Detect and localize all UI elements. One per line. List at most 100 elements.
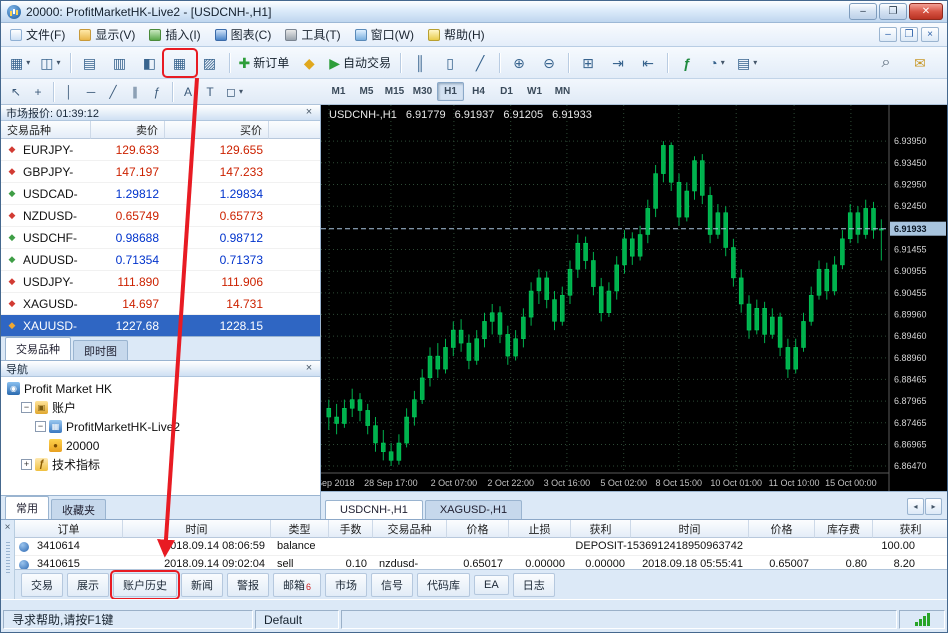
market-watch-row-usdcad[interactable]: ◆USDCAD-1.298121.29834 — [1, 183, 320, 205]
status-profile[interactable]: Default — [255, 610, 339, 629]
menu-charts[interactable]: 图表(C) — [208, 25, 279, 45]
templates-button[interactable]: ▤▾ — [732, 51, 762, 75]
market-watch-row-xauusd[interactable]: ◆XAUUSD-1227.681228.15 — [1, 315, 320, 337]
column-symbol[interactable]: 交易品种 — [1, 121, 91, 139]
chart-restore-button[interactable]: ❐ — [900, 27, 918, 42]
terminal-column-11[interactable]: 获利 — [873, 520, 948, 538]
chart-tab-usdcnhh1[interactable]: USDCNH-,H1 — [325, 500, 423, 519]
market-watch-tab-symbols[interactable]: 交易品种 — [5, 337, 71, 360]
text-button[interactable]: A — [177, 82, 199, 102]
data-window-toggle-button[interactable]: ▥ — [105, 51, 135, 75]
terminal-tab-trade[interactable]: 交易 — [21, 573, 63, 597]
terminal-toggle-button[interactable]: ▦ — [165, 51, 195, 75]
chart-minimize-button[interactable]: – — [879, 27, 897, 42]
column-ask[interactable]: 买价 — [165, 121, 269, 139]
metaeditor-button[interactable]: ◆ — [294, 51, 324, 75]
chart-close-button[interactable]: × — [921, 27, 939, 42]
chart-shift-button[interactable]: ⇤ — [633, 51, 663, 75]
market-watch-row-gbpjpy[interactable]: ◆GBPJPY-147.197147.233 — [1, 161, 320, 183]
chart-tab-xagusdh1[interactable]: XAGUSD-,H1 — [425, 500, 522, 519]
close-panel-icon[interactable]: × — [303, 363, 315, 374]
trendline-button[interactable]: ╱ — [102, 82, 124, 102]
maximize-button[interactable]: ❐ — [879, 3, 907, 20]
menu-window[interactable]: 窗口(W) — [348, 25, 421, 45]
timeframe-d1-button[interactable]: D1 — [493, 82, 520, 101]
new-order-button[interactable]: ✚新订单 — [234, 51, 295, 75]
terminal-tab-news[interactable]: 新闻 — [181, 573, 223, 597]
market-watch-row-nzdusd[interactable]: ◆NZDUSD-0.657490.65773 — [1, 205, 320, 227]
horizontal-line-button[interactable]: ─ — [80, 82, 102, 102]
navigator-item[interactable]: −▣账户 — [1, 398, 320, 417]
navigator-item[interactable]: +ƒ技术指标 — [1, 455, 320, 474]
price-chart[interactable]: 6.939506.934506.929506.924506.914556.909… — [321, 105, 947, 491]
indicators-button[interactable]: ƒ — [672, 51, 702, 75]
market-watch-row-usdjpy[interactable]: ◆USDJPY-111.890111.906 — [1, 271, 320, 293]
terminal-grip[interactable] — [6, 542, 10, 574]
tree-minus-icon[interactable]: − — [35, 421, 46, 432]
text-label-button[interactable]: T — [199, 82, 221, 102]
new-chart-button[interactable]: ▦▾ — [5, 51, 35, 75]
timeframe-m30-button[interactable]: M30 — [409, 82, 436, 101]
tree-plus-icon[interactable]: + — [21, 459, 32, 470]
market-watch-row-xagusd[interactable]: ◆XAGUSD-14.69714.731 — [1, 293, 320, 315]
navigator-item[interactable]: ◉Profit Market HK — [1, 379, 320, 398]
terminal-column-9[interactable]: 价格 — [749, 520, 815, 538]
terminal-column-1[interactable]: 时间 — [123, 520, 271, 538]
community-button[interactable]: ✉ — [905, 51, 935, 75]
zoom-in-button[interactable]: ⊕ — [504, 51, 534, 75]
terminal-tab-market[interactable]: 市场 — [325, 573, 367, 597]
strategy-tester-toggle-button[interactable]: ▨ — [195, 51, 225, 75]
timeframe-h1-button[interactable]: H1 — [437, 82, 464, 101]
menu-tools[interactable]: 工具(T) — [278, 25, 347, 45]
terminal-tab-alerts[interactable]: 警报 — [227, 573, 269, 597]
terminal-column-10[interactable]: 库存费 — [815, 520, 873, 538]
menu-view[interactable]: 显示(V) — [72, 25, 142, 45]
terminal-column-3[interactable]: 手数 — [329, 520, 373, 538]
candlestick-chart-canvas[interactable]: 6.939506.934506.929506.924506.914556.909… — [321, 105, 947, 491]
terminal-column-6[interactable]: 止损 — [509, 520, 571, 538]
search-button[interactable]: ⌕ — [871, 51, 901, 75]
titlebar[interactable]: 20000: ProfitMarketHK-Live2 - [USDCNH-,H… — [1, 1, 947, 23]
terminal-tab-mailbox[interactable]: 邮箱6 — [273, 573, 321, 597]
panel-splitter[interactable] — [1, 599, 947, 607]
bar-chart-button[interactable]: ║ — [405, 51, 435, 75]
terminal-column-8[interactable]: 时间 — [631, 520, 749, 538]
autotrading-button[interactable]: ▶自动交易 — [324, 51, 396, 75]
terminal-tab-code-base[interactable]: 代码库 — [417, 573, 470, 597]
vertical-line-button[interactable]: │ — [58, 82, 80, 102]
shapes-button[interactable]: ◻▾ — [221, 82, 248, 102]
terminal-tab-ea[interactable]: EA — [474, 575, 509, 595]
close-panel-icon[interactable]: × — [303, 107, 315, 118]
timeframe-m1-button[interactable]: M1 — [325, 82, 352, 101]
market-watch-row-eurjpy[interactable]: ◆EURJPY-129.633129.655 — [1, 139, 320, 161]
market-watch-toggle-button[interactable]: ▤ — [75, 51, 105, 75]
cursor-button[interactable]: ↖ — [5, 82, 27, 102]
equidistant-channel-button[interactable]: ∥ — [124, 82, 146, 102]
terminal-tab-signals[interactable]: 信号 — [371, 573, 413, 597]
terminal-tab-account-history[interactable]: 账户历史 — [113, 573, 177, 597]
scroll-tabs-left-icon[interactable]: ◂ — [907, 498, 924, 515]
auto-scroll-button[interactable]: ⇥ — [603, 51, 633, 75]
navigator-toggle-button[interactable]: ◧ — [135, 51, 165, 75]
terminal-row[interactable]: 34106152018.09.14 09:02:04sell0.10nzdusd… — [15, 556, 947, 570]
timeframe-mn-button[interactable]: MN — [549, 82, 576, 101]
candlestick-chart-button[interactable]: ▯ — [435, 51, 465, 75]
navigator-item[interactable]: ●20000 — [1, 436, 320, 455]
terminal-column-4[interactable]: 交易品种 — [373, 520, 447, 538]
tile-windows-button[interactable]: ⊞ — [573, 51, 603, 75]
market-watch-titlebar[interactable]: 市场报价: 01:39:12 × — [1, 105, 320, 121]
menu-file[interactable]: 文件(F) — [3, 25, 72, 45]
scroll-tabs-right-icon[interactable]: ▸ — [925, 498, 942, 515]
terminal-column-7[interactable]: 获利 — [571, 520, 631, 538]
zoom-out-button[interactable]: ⊖ — [534, 51, 564, 75]
menu-help[interactable]: 帮助(H) — [421, 25, 492, 45]
column-bid[interactable]: 卖价 — [91, 121, 165, 139]
terminal-close-icon[interactable]: × — [2, 522, 14, 534]
navigator-item[interactable]: −▦ProfitMarketHK-Live2 — [1, 417, 320, 436]
market-watch-row-audusd[interactable]: ◆AUDUSD-0.713540.71373 — [1, 249, 320, 271]
profiles-button[interactable]: ◫▾ — [35, 51, 65, 75]
navigator-tab-favorites[interactable]: 收藏夹 — [51, 499, 106, 519]
terminal-tab-exposure[interactable]: 展示 — [67, 573, 109, 597]
crosshair-button[interactable]: + — [27, 82, 49, 102]
terminal-row[interactable]: 34106142018.09.14 08:06:59balanceDEPOSIT… — [15, 538, 947, 556]
